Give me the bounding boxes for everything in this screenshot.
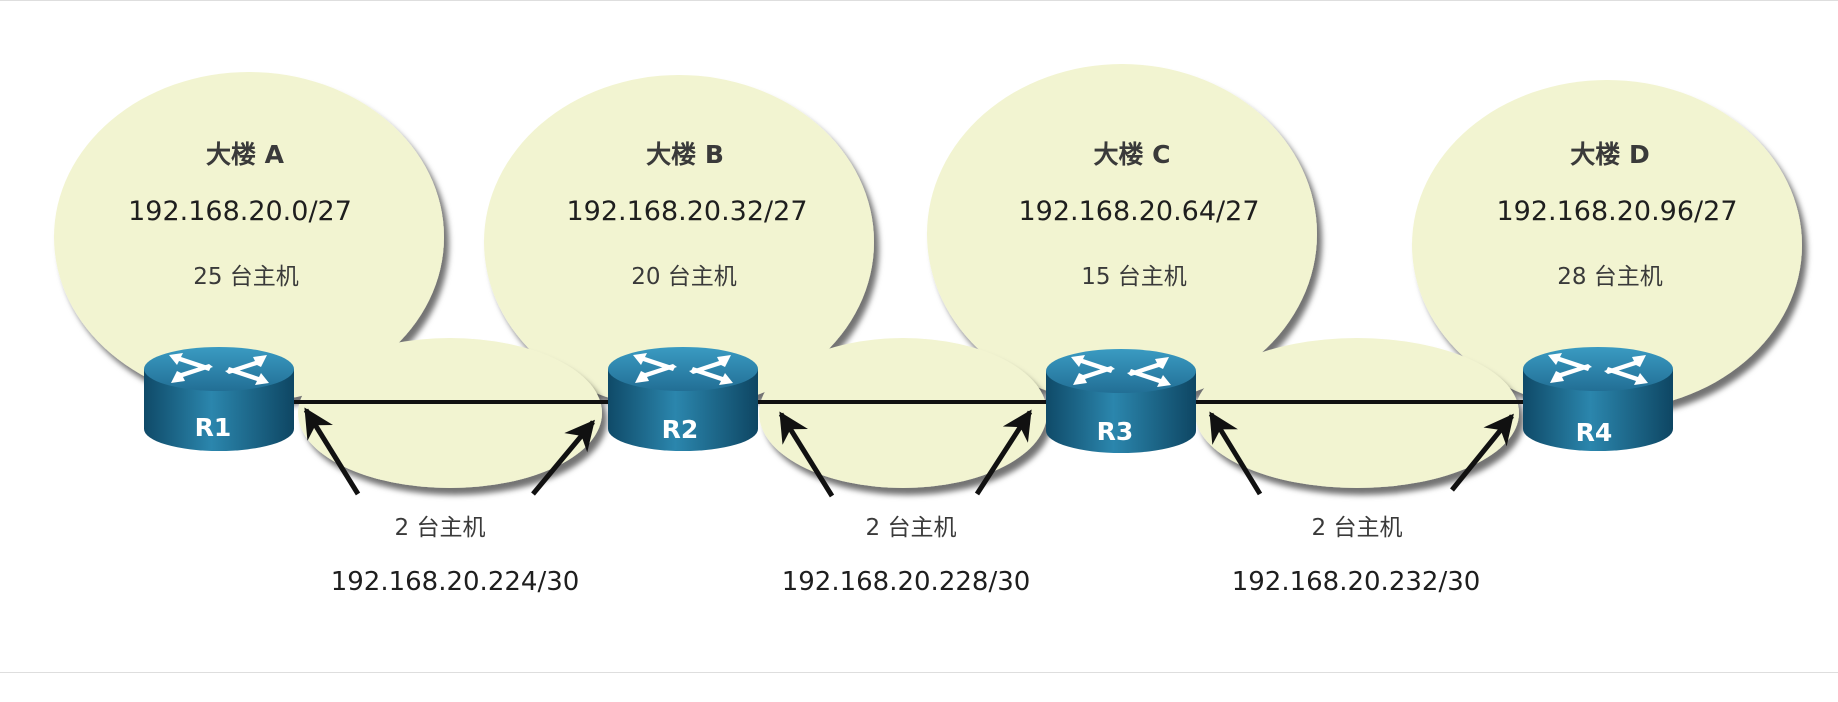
router-r2: R2	[608, 347, 758, 451]
building-b-hosts: 20 台主机	[631, 264, 737, 290]
building-d-name: 大楼 D	[1570, 140, 1650, 169]
link-1-hosts: 2 台主机	[394, 515, 486, 541]
router-label: R2	[662, 415, 699, 444]
building-c-hosts: 15 台主机	[1081, 264, 1187, 290]
building-a-hosts: 25 台主机	[193, 264, 299, 290]
bottom-divider	[0, 672, 1838, 673]
router-r1: R1	[144, 347, 294, 451]
link-2-hosts: 2 台主机	[865, 515, 957, 541]
building-b-subnet: 192.168.20.32/27	[566, 196, 808, 227]
link-zones	[298, 338, 1519, 488]
router-label: R3	[1097, 417, 1134, 446]
link-2-subnet: 192.168.20.228/30	[781, 567, 1031, 597]
building-d-hosts: 28 台主机	[1557, 264, 1663, 290]
link-3-hosts: 2 台主机	[1311, 515, 1403, 541]
router-r4: R4	[1523, 347, 1673, 451]
building-b-name: 大楼 B	[646, 140, 724, 169]
building-a-subnet: 192.168.20.0/27	[128, 196, 352, 227]
link-1-subnet: 192.168.20.224/30	[330, 567, 580, 597]
link-3-subnet: 192.168.20.232/30	[1231, 567, 1481, 597]
building-d-subnet: 192.168.20.96/27	[1496, 196, 1738, 227]
router-label: R4	[1576, 418, 1613, 447]
router-r3: R3	[1046, 349, 1196, 453]
network-diagram: R1 R2 R3 R4 大楼 A 192.168.20.0/27 25 台主机 …	[0, 0, 1838, 702]
zone-link-2	[759, 338, 1047, 488]
building-a-name: 大楼 A	[205, 140, 285, 169]
building-c-name: 大楼 C	[1093, 140, 1171, 169]
building-c-subnet: 192.168.20.64/27	[1018, 196, 1260, 227]
router-label: R1	[195, 413, 232, 442]
